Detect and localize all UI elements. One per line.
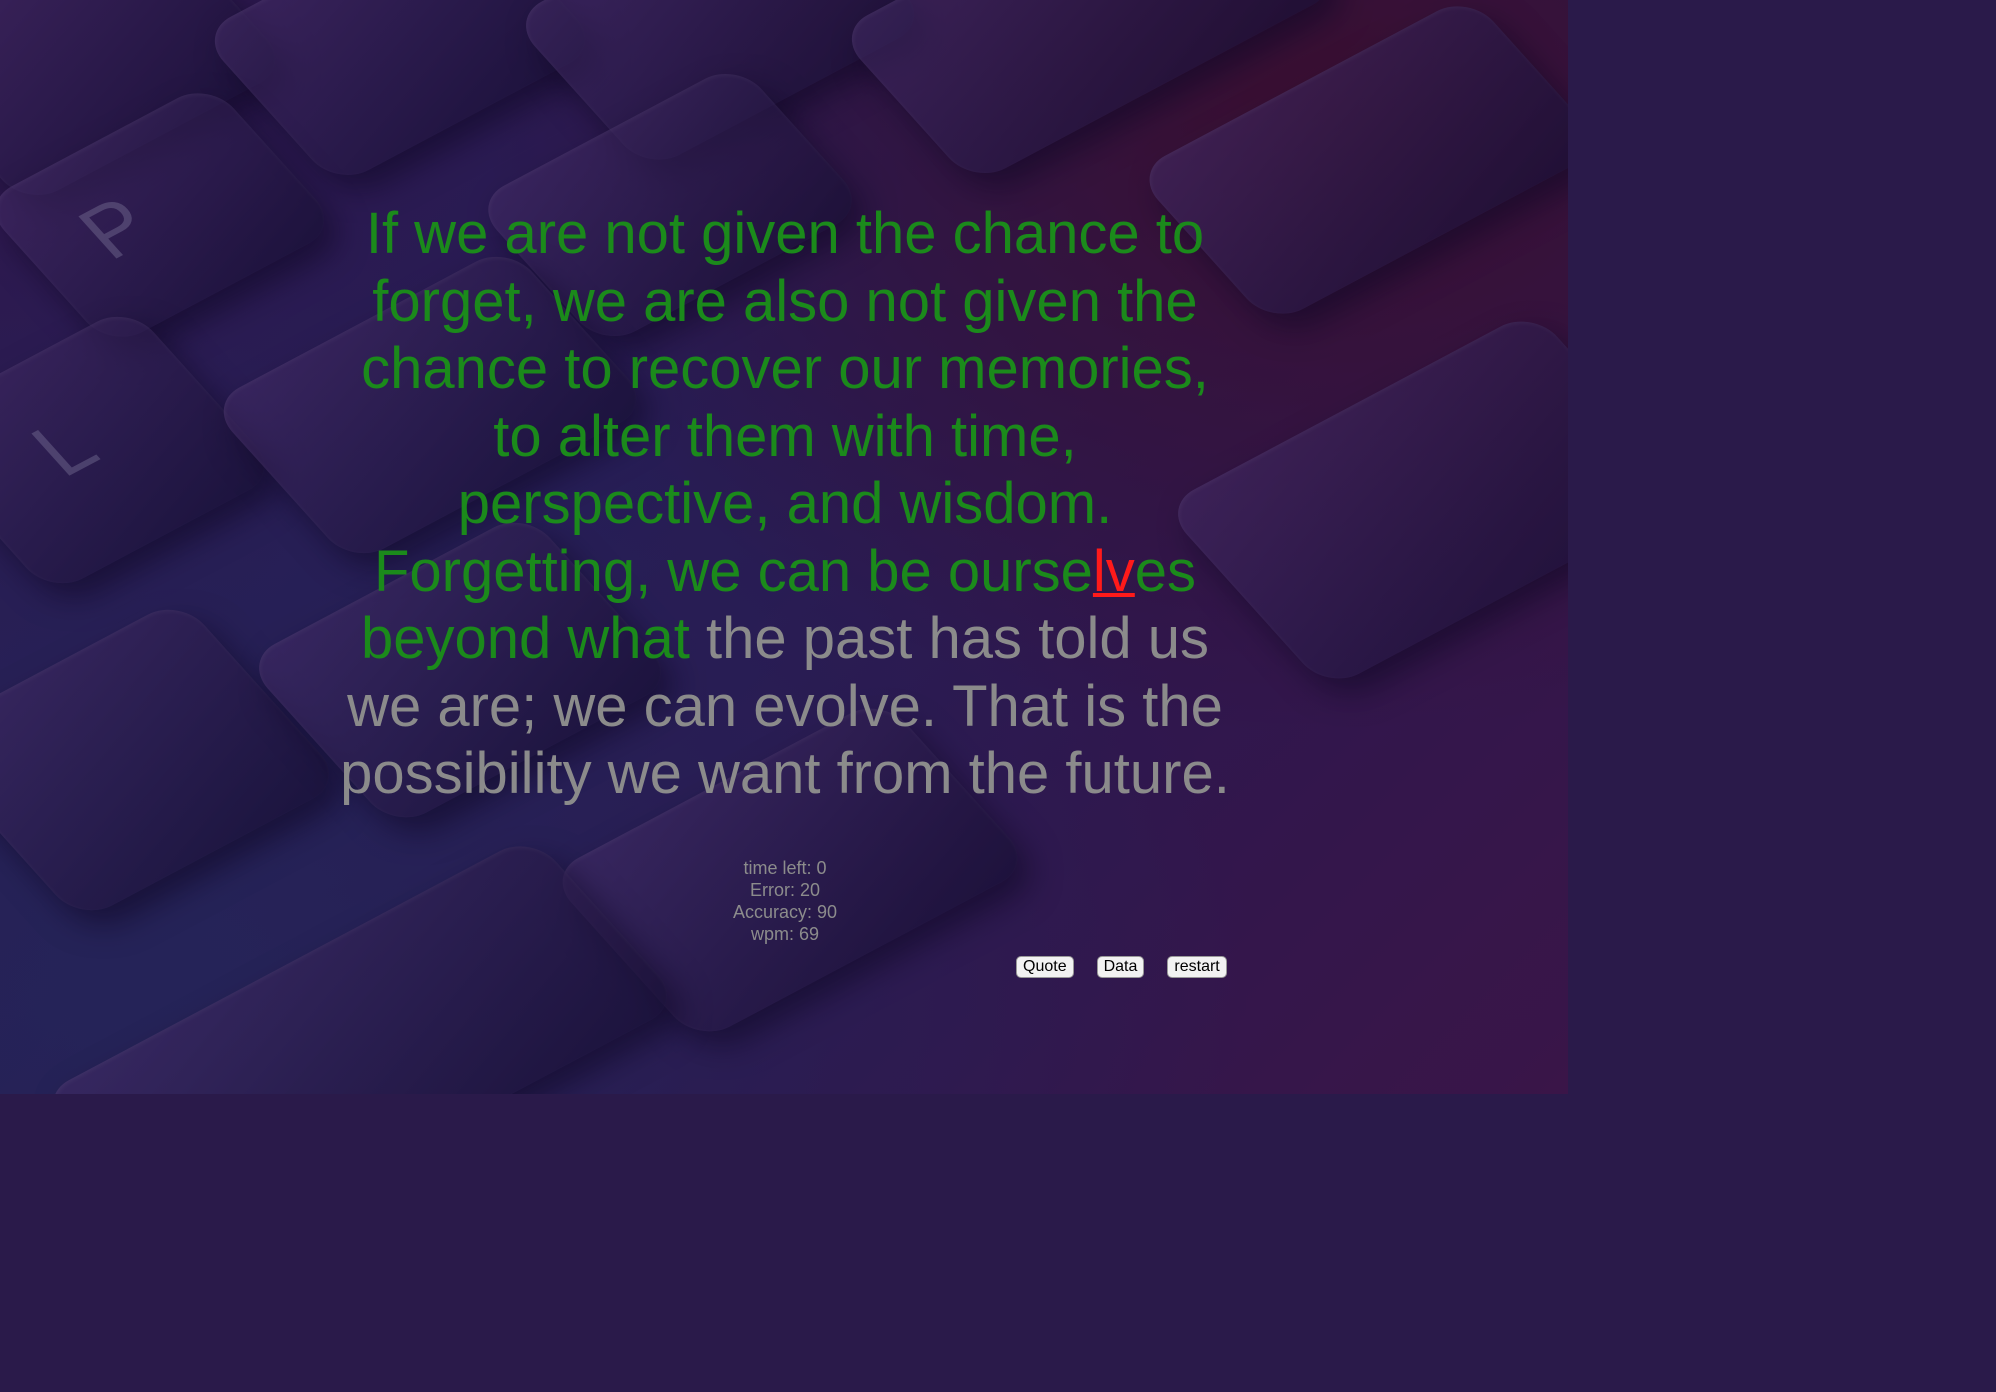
quote-button[interactable]: Quote [1016, 956, 1074, 978]
restart-button[interactable]: restart [1167, 956, 1227, 978]
stats-panel: time left: 0 Error: 20 Accuracy: 90 wpm:… [685, 857, 885, 945]
wpm-stat: wpm: 69 [750, 924, 820, 944]
accuracy-stat: Accuracy: 90 [732, 902, 838, 922]
error-text: lv [1092, 538, 1135, 604]
time-left-stat: time left: 0 [743, 858, 827, 878]
typed-text: If we are not given the chance to forget… [361, 201, 1209, 604]
typing-quote: If we are not given the chance to forget… [330, 200, 1240, 808]
error-stat: Error: 20 [749, 880, 821, 900]
data-button[interactable]: Data [1096, 956, 1145, 978]
button-bar: Quote Data restart [1016, 956, 1227, 978]
